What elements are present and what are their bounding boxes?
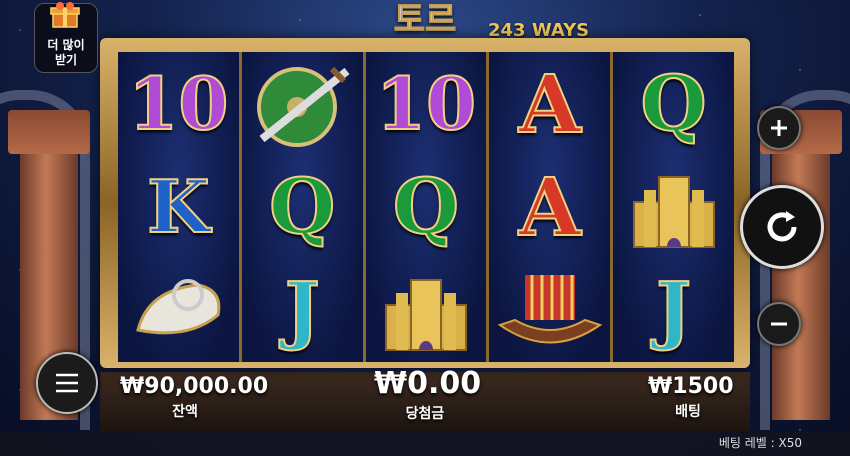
symbol-text: Q	[268, 161, 336, 251]
balance-display: ₩90,000.00 잔액	[120, 374, 269, 421]
reel-2: QJ	[241, 52, 363, 362]
symbol-J: J	[242, 259, 363, 362]
symbol-J: J	[613, 259, 734, 362]
symbol-text: A	[518, 159, 582, 254]
symbol-K: K	[118, 155, 239, 258]
reel-3: 10 Q	[365, 52, 487, 362]
symbol-viking-ship	[489, 259, 610, 362]
drinking-horn-icon	[136, 279, 221, 335]
plus-icon	[771, 120, 787, 136]
symbol-text: J	[655, 267, 692, 354]
win-label: 당첨금	[405, 406, 445, 422]
symbol-text: J	[284, 267, 321, 354]
bet-value: ₩1500	[648, 374, 734, 399]
reel-4: AA	[489, 52, 611, 362]
buy-more-button[interactable]: 더 많이 받기	[34, 2, 98, 73]
reel-1: 10 K	[118, 52, 239, 362]
symbol-golden-castle	[613, 155, 734, 258]
gift-icon	[50, 2, 80, 28]
symbol-shield-sword	[242, 52, 363, 155]
bet-level: 베팅 레벨 : X50	[718, 436, 802, 450]
symbol-10: 10	[366, 52, 487, 155]
reel-5: QJ	[613, 52, 734, 362]
symbol-text: A	[518, 56, 582, 151]
symbol-drinking-horn	[118, 259, 239, 362]
golden-castle-icon	[632, 175, 715, 248]
symbol-Q: Q	[613, 52, 734, 155]
symbol-text: K	[146, 163, 211, 249]
symbol-A: A	[489, 155, 610, 258]
symbol-Q: Q	[366, 155, 487, 258]
symbol-golden-castle	[366, 259, 487, 362]
symbol-text: 10	[127, 60, 229, 146]
viking-ship-icon	[497, 275, 602, 344]
menu-icon	[56, 373, 78, 393]
spin-button[interactable]	[740, 185, 824, 269]
minus-icon	[771, 322, 787, 326]
symbol-Q: Q	[242, 155, 363, 258]
balance-label: 잔액	[172, 404, 198, 420]
balance-value: ₩90,000.00	[120, 374, 269, 399]
symbol-text: 10	[375, 60, 477, 146]
win-display: ₩0.00 당첨금	[374, 366, 482, 423]
symbol-text: Q	[639, 58, 707, 148]
buy-more-label-line1: 더 많이	[47, 38, 85, 52]
win-value: ₩0.00	[374, 366, 482, 401]
reel-grid: 10 K Q J 10 Q A A Q J	[118, 52, 734, 362]
symbol-10: 10	[118, 52, 239, 155]
symbol-A: A	[489, 52, 610, 155]
increase-bet-button[interactable]	[757, 106, 801, 150]
bet-display: ₩1500 배팅	[648, 374, 734, 421]
spin-icon	[767, 211, 797, 242]
golden-castle-icon	[384, 279, 467, 352]
shield-sword-icon	[257, 66, 350, 147]
game-title: 토르	[393, 0, 457, 41]
buy-more-label-line2: 받기	[54, 53, 78, 67]
decrease-bet-button[interactable]	[757, 302, 801, 346]
bet-label: 배팅	[675, 404, 701, 420]
symbol-text: Q	[392, 161, 460, 251]
menu-button[interactable]	[36, 352, 98, 414]
